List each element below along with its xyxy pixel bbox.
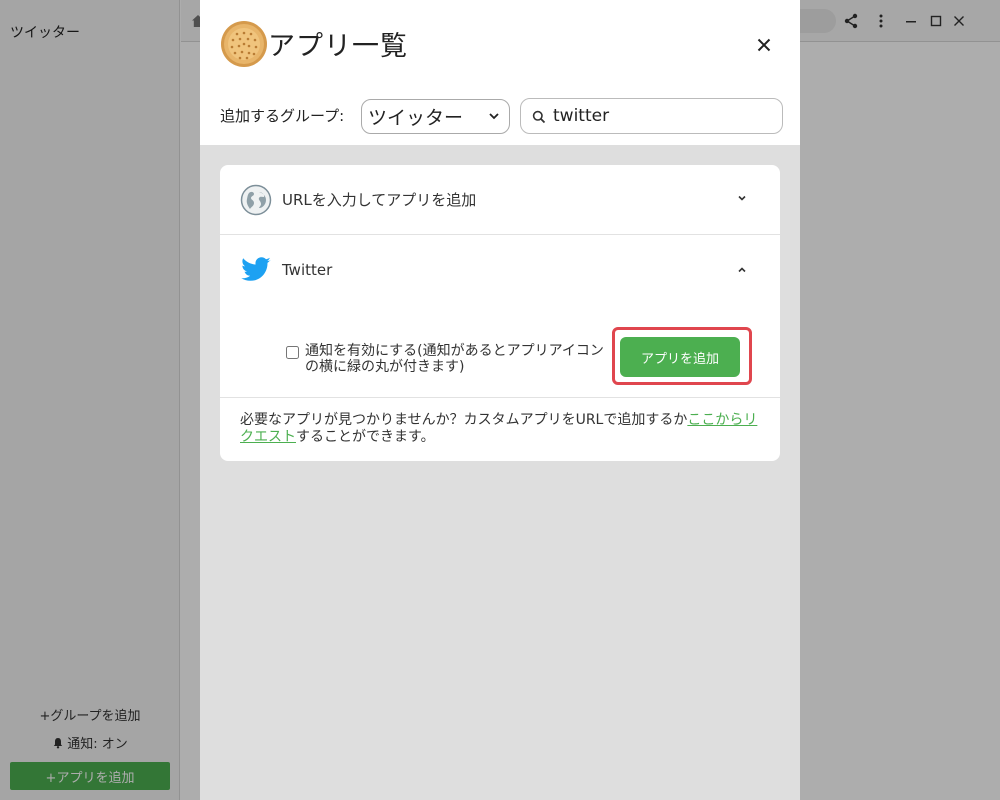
chevron-down-icon [489,113,499,120]
modal-title: アプリ一覧 [268,31,408,62]
chevron-up-icon[interactable] [735,263,749,277]
app-search-input[interactable] [551,103,771,129]
request-app-note: 必要なアプリが見つかりませんか？カスタムアプリをURLで追加するかここからリクエ… [240,412,765,446]
modal-close-button[interactable] [752,33,776,57]
biscuit-logo-icon [221,21,267,67]
notify-option: 通知を有効にする(通知があるとアプリアイコンの横に緑の丸が付きます) [286,343,616,375]
twitter-bird-icon [241,257,271,281]
globe-icon [240,184,272,216]
add-app-button[interactable]: アプリを追加 [620,337,740,377]
close-icon [757,38,771,52]
app-item-label: Twitter [282,261,333,279]
request-note-suffix: することができます。 [296,429,435,445]
search-icon [532,110,546,124]
request-note-prefix: 必要なアプリが見つかりませんか？カスタムアプリをURLで追加するか [240,412,688,428]
app-item-label: URLを入力してアプリを追加 [282,191,477,209]
notify-checkbox-label[interactable]: 通知を有効にする(通知があるとアプリアイコンの横に緑の丸が付きます) [305,343,616,375]
chevron-down-icon[interactable] [735,191,749,205]
app-list-card: URLを入力してアプリを追加 Twitter 通知を有効にする(通知があるとアプ… [220,165,780,461]
group-select-value: ツイッター [368,107,464,129]
modal-header: アプリ一覧 追加するグループ: ツイッター [200,0,800,145]
app-search-box[interactable] [520,98,783,134]
notify-checkbox[interactable] [286,346,299,359]
group-select[interactable]: ツイッター [361,99,510,134]
app-list-item-url[interactable]: URLを入力してアプリを追加 [220,165,780,235]
app-list-modal: アプリ一覧 追加するグループ: ツイッター URLを入力してアプリを追加 [200,0,800,800]
app-list-item-twitter: Twitter 通知を有効にする(通知があるとアプリアイコンの横に緑の丸が付きま… [220,236,780,398]
group-select-label: 追加するグループ: [220,107,345,125]
